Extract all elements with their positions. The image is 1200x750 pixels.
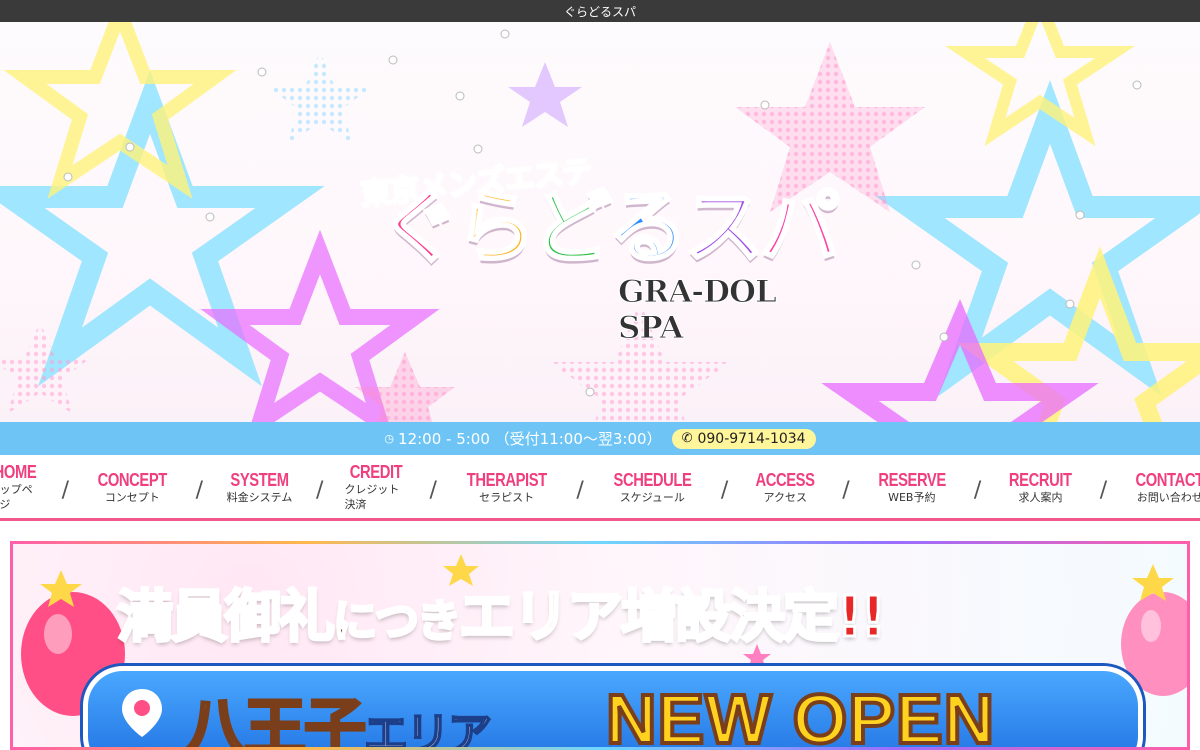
nav-label-en: THERAPIST (466, 469, 547, 490)
nav-item-reserve[interactable]: RESERVE WEB予約 (867, 469, 957, 505)
logo-char: ど (531, 181, 614, 274)
logo-char: パ (759, 181, 842, 274)
nav-label-en: CREDIT (350, 462, 403, 482)
logo-char: ス (683, 181, 766, 274)
nav-separator: / (195, 478, 203, 503)
banner-title-part: エリア増設決定!! (457, 584, 887, 652)
nav-label-en: CONTACT (1135, 469, 1200, 490)
banner-title-part: 御 (224, 584, 283, 652)
logo-char: ぐ (379, 181, 462, 274)
nav-label-jp: トップページ (0, 483, 33, 511)
info-bar: ◷ 12:00 - 5:00 （受付11:00～翌3:00） ✆ 090-971… (0, 422, 1200, 455)
nav-item-access[interactable]: ACCESS アクセス (745, 469, 825, 505)
nav-item-credit[interactable]: CREDIT クレジット決済 (340, 463, 412, 512)
nav-item-therapist[interactable]: THERAPIST セラピスト (454, 469, 560, 505)
nav-separator: / (973, 478, 982, 503)
nav-item-contact[interactable]: CONTACT お問い合わせ (1124, 469, 1200, 505)
nav-label-jp: コンセプト (104, 490, 160, 504)
business-hours: 12:00 - 5:00 （受付11:00～翌3:00） (398, 430, 662, 448)
nav-label-jp: スケジュール (619, 490, 685, 504)
nav-label-jp: クレジット決済 (344, 483, 400, 511)
nav-label-jp: アクセス (763, 490, 807, 504)
area-label: 八王子 (182, 690, 367, 750)
hero-banner: 東京メンズエステ ぐらどるスパ GRA-DOL SPA (0, 22, 1200, 422)
nav-label-jp: 料金システム (226, 490, 293, 504)
nav-label-en: RECRUIT (1009, 469, 1072, 490)
nav-item-concept[interactable]: CONCEPT コンセプト (86, 469, 179, 505)
nav-label-jp: セラピスト (479, 490, 535, 504)
new-open-headline: NEW OPEN (604, 678, 996, 750)
nav-item-recruit[interactable]: RECRUIT 求人案内 (998, 469, 1083, 505)
nav-label-en: CONCEPT (97, 469, 168, 490)
main-navigation: HOME トップページ / CONCEPT コンセプト / SYSTEM 料金シ… (0, 455, 1200, 521)
nav-separator: / (429, 478, 437, 503)
location-pin-icon (122, 689, 162, 737)
logo-main-text: ぐらどるスパ (379, 186, 842, 269)
logo-char: ら (455, 181, 538, 274)
nav-item-system[interactable]: SYSTEM 料金システム (220, 469, 299, 505)
star-shape (508, 62, 582, 127)
new-open-bar: 八王子エリア NEW OPEN (83, 666, 1143, 750)
site-logo[interactable]: 東京メンズエステ ぐらどるスパ GRA-DOL SPA (358, 150, 850, 347)
phone-icon: ✆ (681, 431, 693, 446)
logo-english: GRA-DOL SPA (618, 274, 778, 347)
banner-title-part: 員 (170, 584, 229, 652)
nav-separator: / (316, 478, 324, 503)
nav-label-jp: お問い合わせ (1136, 490, 1200, 504)
banner-title-part: 礼 (278, 584, 337, 652)
phone-button[interactable]: ✆ 090-9714-1034 (671, 428, 816, 449)
nav-label-jp: WEB予約 (888, 490, 936, 504)
nav-separator: / (576, 478, 584, 503)
area-name: 八王子エリア (182, 677, 493, 750)
nav-label-en: SCHEDULE (613, 469, 692, 490)
site-title-bar: ぐらどるスパ (0, 0, 1200, 22)
banner-title: 満員御礼につきエリア増設決定!! (116, 572, 888, 653)
nav-separator: / (61, 478, 70, 503)
banner-title-part: につき (332, 595, 463, 649)
nav-item-home[interactable]: HOME トップページ (0, 463, 45, 512)
nav-label-en: ACCESS (755, 469, 815, 490)
nav-label-jp: 求人案内 (1018, 490, 1063, 504)
phone-number: 090-9714-1034 (697, 430, 806, 447)
nav-separator: / (842, 478, 850, 503)
area-suffix: エリア (363, 708, 493, 750)
nav-label-en: HOME (0, 462, 36, 482)
promo-banner[interactable]: 満員御礼につきエリア増設決定!! 八王子エリア NEW OPEN (10, 541, 1190, 750)
nav-separator: / (720, 478, 729, 503)
banner-title-part: 満 (116, 584, 175, 652)
clock-icon: ◷ (384, 432, 395, 445)
site-title: ぐらどるスパ (563, 4, 636, 19)
nav-label-en: RESERVE (878, 469, 946, 490)
nav-label-en: SYSTEM (230, 469, 289, 490)
logo-char: る (607, 181, 690, 274)
nav-item-schedule[interactable]: SCHEDULE スケジュール (601, 469, 704, 505)
nav-separator: / (1099, 478, 1108, 503)
star-shape (268, 52, 372, 144)
